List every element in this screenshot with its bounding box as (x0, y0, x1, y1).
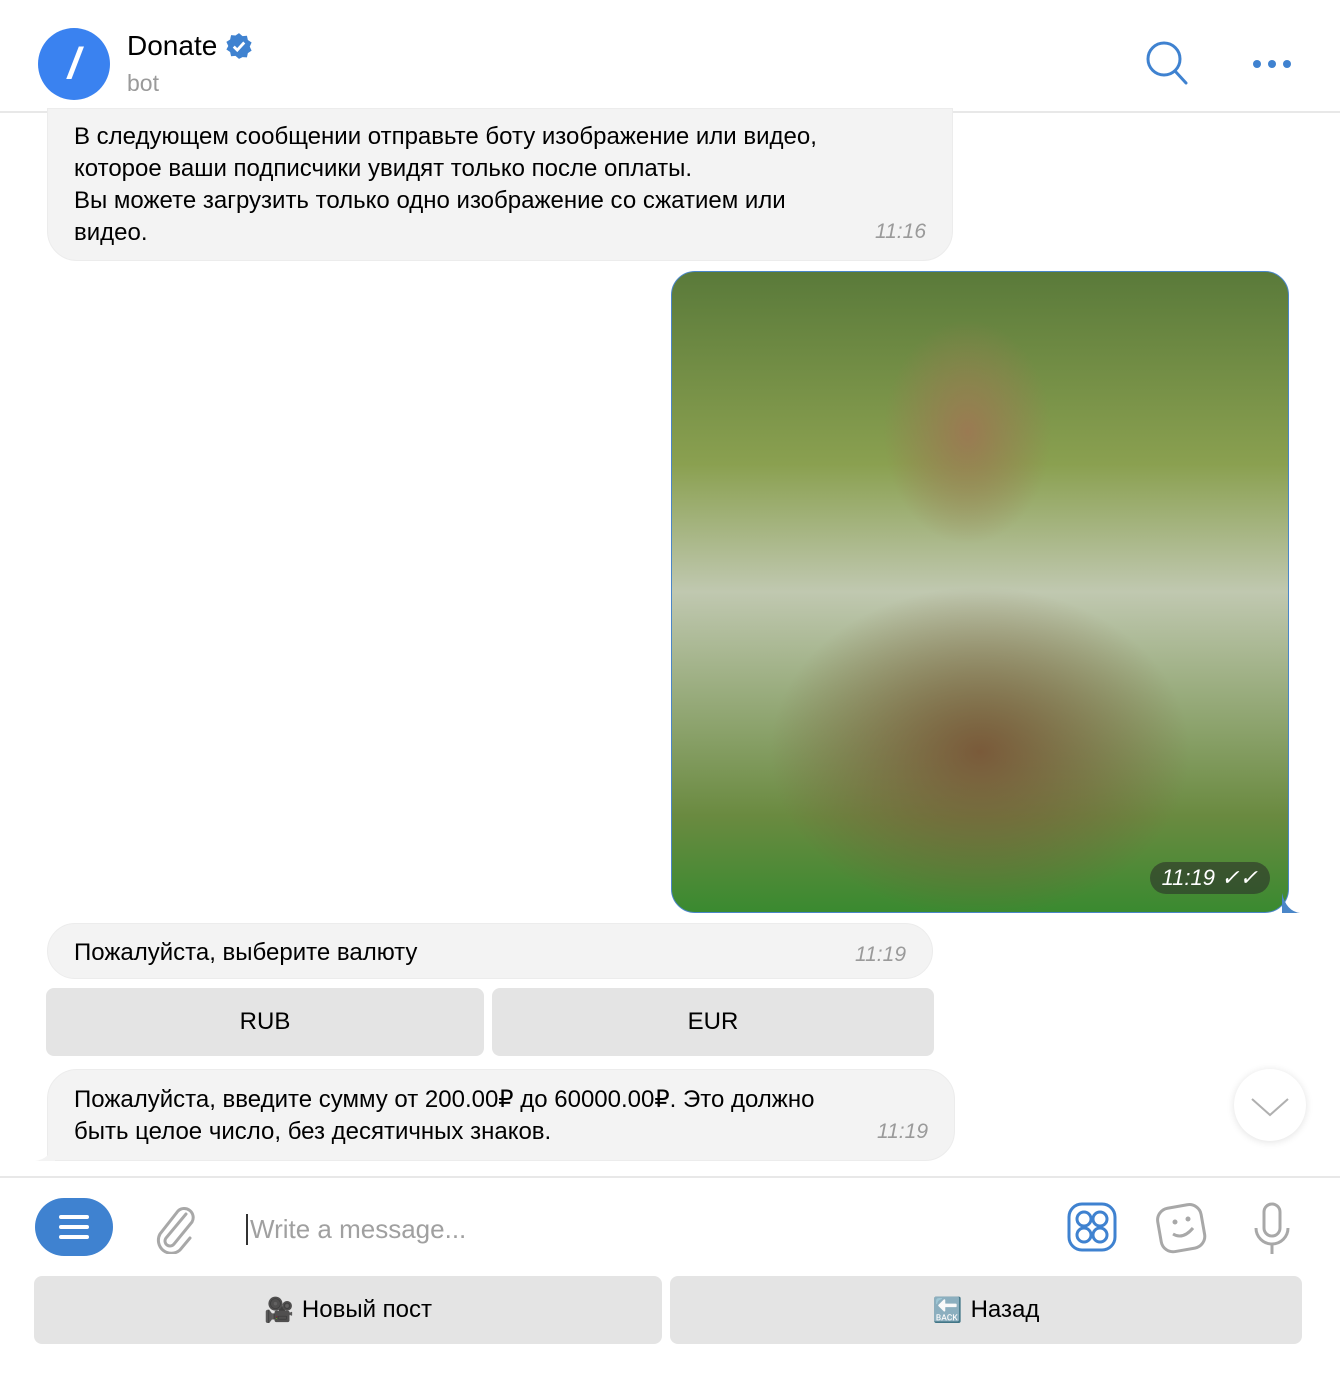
chevron-down-icon (1251, 1098, 1289, 1117)
search-icon[interactable] (1145, 40, 1189, 86)
message-text: В следующем сообщении отправьте боту изо… (74, 123, 817, 150)
more-icon[interactable] (1252, 58, 1292, 70)
message-time: 11:19 ✓✓ (1149, 862, 1270, 894)
photo-message[interactable]: 11:19 ✓✓ (671, 271, 1289, 913)
message-bubble: В следующем сообщении отправьте боту изо… (47, 108, 953, 261)
back-arrow-icon: 🔙 (932, 1296, 963, 1324)
message-time: 11:16 (875, 220, 926, 243)
chat-title[interactable]: Donate (127, 30, 253, 62)
movie-camera-icon: 🎥 (264, 1296, 294, 1324)
message-input-bar: Write a message... (0, 1176, 1340, 1276)
verified-icon (226, 33, 252, 59)
chat-name: Donate (127, 30, 218, 61)
message-text: быть целое число, без десятичных знаков. (74, 1118, 552, 1145)
message-text: Пожалуйста, выберите валюту (74, 939, 418, 966)
message-input[interactable]: Write a message... (246, 1214, 466, 1245)
message-time: 11:19 (855, 943, 906, 966)
double-check-icon: ✓✓ (1221, 865, 1258, 890)
chat-subtitle: bot (127, 70, 159, 96)
message-text: которое ваши подписчики увидят только по… (74, 155, 693, 182)
menu-icon (59, 1215, 89, 1239)
button-label: Новый пост (301, 1296, 432, 1323)
message-bubble: Пожалуйста, выберите валюту 11:19 (47, 923, 933, 979)
microphone-icon[interactable] (1252, 1202, 1292, 1256)
inline-button-eur[interactable]: EUR (492, 988, 934, 1056)
keyboard-button-back[interactable]: 🔙 Назад (670, 1276, 1302, 1344)
bot-commands-icon[interactable] (1067, 1202, 1117, 1252)
message-text: видео. (74, 219, 148, 246)
attach-icon[interactable] (150, 1204, 198, 1254)
bot-menu-button[interactable] (35, 1198, 113, 1256)
message-bubble: Пожалуйста, введите сумму от 200.00₽ до … (47, 1069, 955, 1161)
bubble-tail (35, 1141, 55, 1161)
button-label: Назад (970, 1296, 1040, 1323)
message-text: Пожалуйста, введите сумму от 200.00₽ до … (74, 1086, 815, 1113)
keyboard-button-new-post[interactable]: 🎥 Новый пост (34, 1276, 662, 1344)
avatar[interactable]: / (38, 28, 110, 100)
inline-button-rub[interactable]: RUB (46, 988, 484, 1056)
bubble-tail (1282, 893, 1300, 913)
button-label: RUB (239, 1008, 291, 1035)
message-time: 11:19 (877, 1120, 928, 1143)
chat-header: / Donate bot (0, 0, 1340, 113)
scroll-down-button[interactable] (1234, 1069, 1306, 1141)
button-label: EUR (687, 1008, 739, 1035)
message-text: Вы можете загрузить только одно изображе… (74, 187, 786, 214)
sticker-icon[interactable] (1155, 1200, 1209, 1254)
